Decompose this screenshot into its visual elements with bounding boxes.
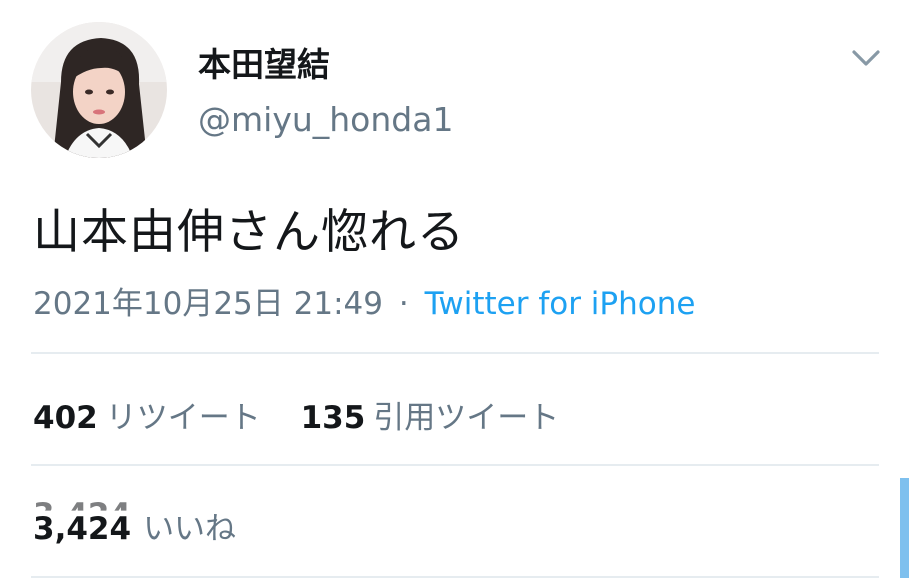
avatar-image <box>31 22 167 158</box>
display-name[interactable]: 本田望結 <box>198 38 330 86</box>
tweet-source-link[interactable]: Twitter for iPhone <box>425 286 696 322</box>
meta-separator: · <box>398 286 409 322</box>
tweet-timestamp[interactable]: 2021年10月25日 21:49 <box>33 286 383 322</box>
chevron-down-icon[interactable] <box>850 44 882 72</box>
divider <box>31 352 879 354</box>
retweet-stats-row: 402 リツイート 135 引用ツイート <box>33 392 589 437</box>
user-handle[interactable]: @miyu_honda1 <box>198 100 453 139</box>
tweet-detail: 本田望結 @miyu_honda1 山本由伸さん惚れる 2021年10月25日 … <box>0 0 909 578</box>
likes-stat[interactable]: 3,424 3,424 いいね <box>33 497 237 548</box>
likes-label: いいね <box>143 511 237 547</box>
likes-stats-row: 3,424 3,424 いいね <box>33 497 266 548</box>
quotes-count: 135 <box>300 400 366 436</box>
tweet-text: 山本由伸さん惚れる <box>33 205 465 260</box>
quotes-stat[interactable]: 135 引用ツイート <box>301 392 560 437</box>
likes-count: 3,424 3,424 <box>33 497 132 547</box>
divider <box>31 464 879 466</box>
retweets-label: リツイート <box>105 400 261 436</box>
avatar[interactable] <box>31 22 167 158</box>
quotes-label: 引用ツイート <box>373 400 560 436</box>
retweets-count: 402 <box>33 400 98 436</box>
tweet-meta: 2021年10月25日 21:49 · Twitter for iPhone <box>33 278 695 323</box>
retweets-stat[interactable]: 402 リツイート <box>33 392 261 437</box>
likes-count-value: 3,424 <box>33 511 132 547</box>
scroll-indicator[interactable] <box>900 478 909 578</box>
